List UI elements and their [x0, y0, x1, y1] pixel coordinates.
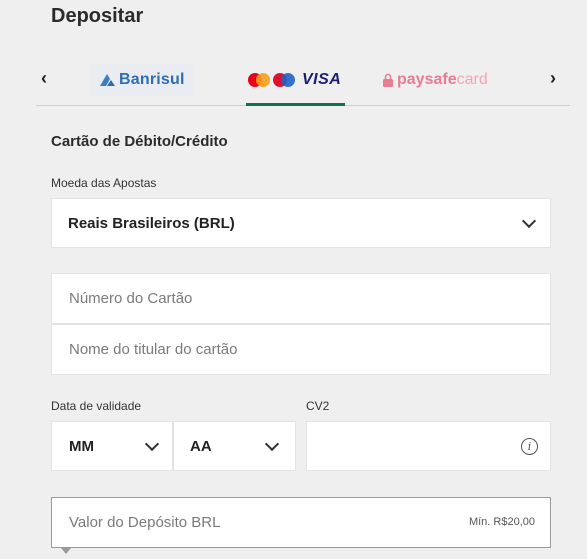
card-holder-input[interactable]: Nome do titular do cartão	[51, 324, 551, 375]
card-holder-placeholder: Nome do titular do cartão	[69, 341, 238, 358]
deposit-minimum: Mín. R$20,00	[468, 516, 535, 528]
expiry-month-value: MM	[69, 437, 94, 455]
visa-label: VISA	[302, 71, 342, 88]
chevron-down-icon	[521, 213, 537, 229]
chevron-right-icon[interactable]: ›	[550, 68, 556, 89]
currency-label: Moeda das Apostas	[51, 176, 157, 190]
section-title: Cartão de Débito/Crédito	[51, 133, 228, 150]
banrisul-label: Banrisul	[119, 71, 185, 88]
chevron-down-icon	[264, 436, 280, 452]
chevron-down-icon	[144, 436, 160, 452]
cv2-input[interactable]: i	[306, 421, 551, 471]
chevron-left-icon[interactable]: ‹	[41, 68, 47, 89]
currency-select[interactable]: Reais Brasileiros (BRL)	[51, 198, 551, 248]
payment-method-banrisul[interactable]: Banrisul	[90, 64, 194, 96]
expiry-month-select[interactable]: MM	[51, 421, 173, 471]
info-icon[interactable]: i	[521, 438, 538, 455]
deposit-amount-placeholder: Valor do Depósito BRL	[69, 514, 221, 531]
currency-value: Reais Brasileiros (BRL)	[68, 214, 235, 232]
paysafecard-label: paysafecard	[397, 71, 488, 88]
payment-method-paysafecard[interactable]: paysafecard	[382, 64, 492, 96]
maestro-icon	[273, 73, 295, 87]
card-number-input[interactable]: Número do Cartão	[51, 273, 551, 324]
mastercard-icon	[248, 73, 270, 87]
payment-method-cards[interactable]: VISA	[246, 64, 345, 106]
card-number-placeholder: Número do Cartão	[69, 290, 193, 307]
payment-method-carousel: ‹ Banrisul VISA paysafecard ›	[36, 56, 570, 106]
deposit-amount-input[interactable]: Valor do Depósito BRL Mín. R$20,00	[51, 497, 551, 548]
tooltip-pointer	[61, 548, 71, 554]
expiry-year-value: AA	[190, 437, 212, 455]
page-title: Depositar	[51, 5, 144, 27]
expiry-year-select[interactable]: AA	[173, 421, 296, 471]
banrisul-logo-icon	[100, 74, 115, 86]
expiry-label: Data de validade	[51, 399, 142, 413]
lock-icon	[383, 73, 393, 87]
cv2-label: CV2	[306, 399, 330, 413]
